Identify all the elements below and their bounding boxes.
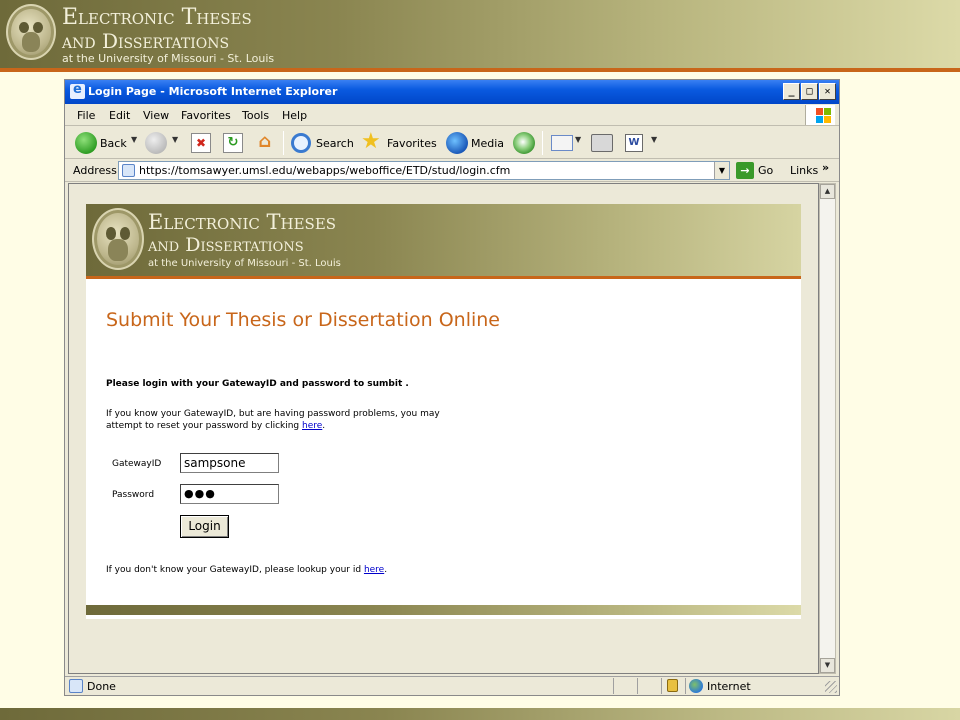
menu-bar: File Edit View Favorites Tools Help [65,104,839,126]
address-bar: Address https://tomsawyer.umsl.edu/webap… [65,160,839,182]
browser-viewport: Electronic Theses and Dissertations at t… [68,183,819,674]
security-zone-text: Internet [707,680,751,693]
media-icon[interactable] [446,132,468,154]
menu-view[interactable]: View [143,109,169,122]
page-icon [122,164,135,177]
page-heading: Submit Your Thesis or Dissertation Onlin… [106,309,500,331]
reset-password-link[interactable]: here [302,421,322,431]
slide-title-line1: Electronic Theses [62,5,252,30]
minimize-button[interactable]: _ [783,83,800,100]
back-dropdown-icon[interactable]: ▼ [131,135,137,144]
search-button[interactable]: Search [316,137,354,150]
menu-edit[interactable]: Edit [109,109,130,122]
slide-title-line2: and Dissertations [62,29,230,53]
web-page: Electronic Theses and Dissertations at t… [86,204,801,619]
password-help-line2: attempt to reset your password by clicki… [106,420,440,432]
gatewayid-label: GatewayID [112,459,162,469]
owl-seal-logo [6,4,56,60]
slide-header-divider [0,68,960,72]
window-title: Login Page - Microsoft Internet Explorer [88,85,338,98]
login-button[interactable]: Login [180,515,229,538]
password-label: Password [112,490,155,500]
password-help-prefix: attempt to reset your password by clicki… [106,421,303,431]
address-url: https://tomsawyer.umsl.edu/webapps/webof… [139,164,511,177]
slide-subtitle: at the University of Missouri - St. Loui… [62,52,275,65]
go-button[interactable]: Go [758,164,773,177]
browser-window: Login Page - Microsoft Internet Explorer… [64,79,840,696]
vertical-scrollbar[interactable]: ▲ ▼ [819,183,836,674]
windows-logo-icon [805,105,835,125]
secure-lock-icon [667,679,678,692]
refresh-icon[interactable]: ↻ [223,133,243,153]
status-bar: Done Internet [65,676,839,695]
password-help-suffix: . [322,421,326,431]
mail-dropdown-icon[interactable]: ▼ [575,135,581,144]
menu-file[interactable]: File [77,109,95,122]
stop-icon[interactable]: ✖ [191,133,211,153]
page-footer-bar [86,605,801,615]
slide-footer-bar [0,708,960,720]
internet-zone-icon [689,679,703,693]
toolbar: Back ▼ ▼ ✖ ↻ ⌂ Search ★ Favorites Media … [65,127,839,159]
ie-icon [70,82,85,99]
scroll-up-icon[interactable]: ▲ [820,184,835,199]
lookup-id-link[interactable]: here [364,565,384,575]
search-icon[interactable] [291,133,311,153]
page-banner-title-line2: and Dissertations [148,234,304,256]
login-instruction: Please login with your GatewayID and pas… [106,379,409,389]
edit-word-icon[interactable]: W [625,134,643,152]
page-banner: Electronic Theses and Dissertations at t… [86,204,801,276]
page-owl-seal-logo [92,208,144,270]
media-button[interactable]: Media [471,137,504,150]
slide-header: Electronic Theses and Dissertations at t… [0,0,960,68]
page-banner-subtitle: at the University of Missouri - St. Loui… [148,258,341,269]
status-text: Done [87,680,116,693]
lookup-prefix: If you don't know your GatewayID, please… [106,565,364,575]
mail-icon[interactable] [551,135,573,151]
scroll-down-icon[interactable]: ▼ [820,658,835,673]
page-banner-title-line1: Electronic Theses [148,210,337,234]
window-titlebar[interactable]: Login Page - Microsoft Internet Explorer… [65,80,839,104]
menu-tools[interactable]: Tools [242,109,269,122]
history-icon[interactable] [513,132,535,154]
back-button[interactable]: Back [100,137,127,150]
gatewayid-input[interactable]: sampsone [180,453,279,473]
links-chevron-icon[interactable]: » [822,161,829,174]
address-label: Address [73,164,117,177]
favorites-button[interactable]: Favorites [387,137,437,150]
resize-grip[interactable] [825,681,837,693]
password-help-line1: If you know your GatewayID, but are havi… [106,409,440,419]
password-help-text: If you know your GatewayID, but are havi… [106,408,440,432]
close-button[interactable]: ✕ [819,83,836,100]
forward-dropdown-icon[interactable]: ▼ [172,135,178,144]
links-button[interactable]: Links [790,164,818,177]
password-input[interactable]: ●●● [180,484,279,504]
address-dropdown-icon[interactable]: ▼ [714,162,729,179]
print-icon[interactable] [591,134,613,152]
lookup-text: If you don't know your GatewayID, please… [106,565,387,575]
home-icon[interactable]: ⌂ [255,132,275,152]
page-done-icon [69,679,83,693]
maximize-button[interactable]: □ [801,83,818,100]
menu-favorites[interactable]: Favorites [181,109,231,122]
lookup-suffix: . [384,565,388,575]
page-banner-divider [86,276,801,279]
edit-dropdown-icon[interactable]: ▼ [651,135,657,144]
favorites-star-icon[interactable]: ★ [361,131,381,153]
menu-help[interactable]: Help [282,109,307,122]
go-arrow-icon[interactable]: → [736,162,754,179]
back-arrow-icon[interactable] [75,132,97,154]
forward-arrow-icon[interactable] [145,132,167,154]
address-input[interactable]: https://tomsawyer.umsl.edu/webapps/webof… [118,161,730,180]
